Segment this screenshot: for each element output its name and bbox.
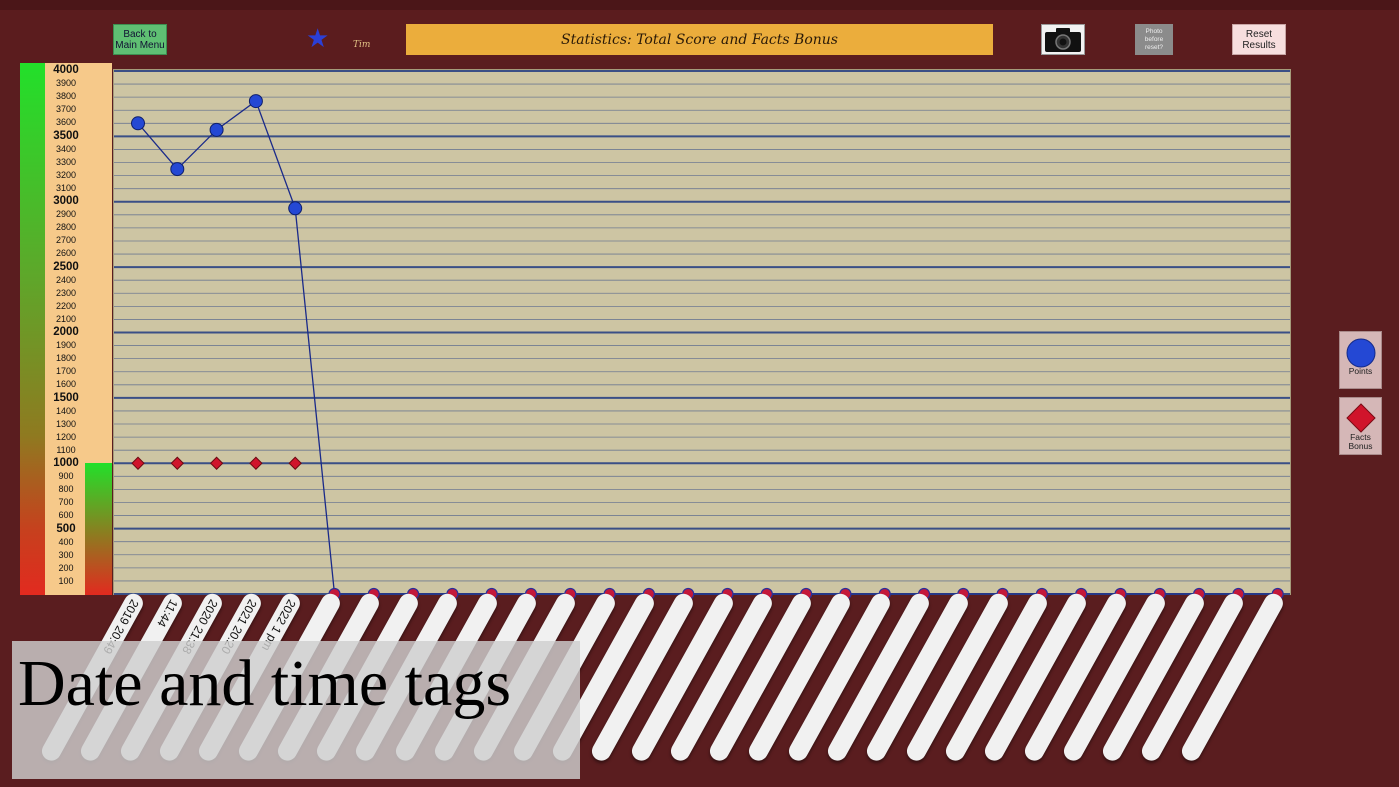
scale-minor-tick: 2200 — [55, 300, 77, 311]
photo-button-label: Photo before reset? — [1144, 27, 1164, 51]
scale-minor-tick: 900 — [58, 471, 74, 482]
points-marker — [209, 122, 224, 137]
page-title: Statistics: Total Score and Facts Bonus — [406, 24, 993, 55]
scale-major-tick: 1000 — [53, 457, 79, 469]
scale-minor-tick: 3800 — [55, 91, 77, 102]
legend-facts-bonus-button[interactable]: Facts Bonus — [1339, 397, 1382, 455]
facts-bonus-marker — [131, 456, 145, 470]
scale-minor-tick: 1600 — [55, 379, 77, 390]
star-icon: ★ — [306, 23, 330, 53]
reset-results-button[interactable]: Reset Results — [1232, 24, 1286, 55]
score-chart — [114, 70, 1290, 601]
points-marker — [170, 162, 185, 177]
scale-minor-tick: 2300 — [55, 287, 77, 298]
scale-minor-tick: 1100 — [56, 444, 76, 455]
score-scale-bar — [20, 63, 45, 595]
points-series-line — [137, 100, 1278, 595]
scale-minor-tick: 2800 — [55, 222, 77, 233]
scale-major-tick: 3000 — [53, 195, 79, 207]
scale-minor-tick: 3100 — [55, 182, 77, 193]
scale-minor-tick: 1900 — [55, 340, 77, 351]
scale-minor-tick: 800 — [58, 484, 74, 495]
scale-major-tick: 500 — [56, 522, 76, 535]
scale-major-tick: 4000 — [53, 64, 79, 76]
scale-minor-tick: 200 — [58, 562, 74, 573]
points-marker — [288, 201, 303, 216]
chart-plot-area — [114, 70, 1290, 601]
scale-minor-tick: 3600 — [55, 117, 77, 128]
scale-minor-tick: 2100 — [55, 313, 77, 324]
scale-minor-tick: 3700 — [55, 104, 77, 115]
scale-major-tick: 3500 — [53, 129, 79, 142]
back-to-main-menu-button[interactable]: Back to Main Menu — [113, 24, 167, 55]
scale-minor-tick: 400 — [58, 536, 74, 547]
legend-points-label: Points — [1348, 366, 1373, 376]
legend-points-button[interactable]: Points — [1339, 331, 1382, 389]
scale-major-tick: 2000 — [53, 326, 79, 338]
scale-minor-tick: 100 — [58, 575, 74, 586]
scale-minor-tick: 2700 — [55, 235, 77, 246]
player-name: Tim — [353, 40, 371, 50]
scale-minor-tick: 3200 — [55, 169, 77, 180]
scale-minor-tick: 2400 — [55, 274, 77, 285]
camera-icon — [1045, 27, 1081, 52]
caption-text: Date and time tags — [18, 647, 512, 720]
scale-minor-tick: 3400 — [55, 143, 77, 154]
scale-minor-tick: 2900 — [55, 209, 77, 220]
facts-bonus-marker — [249, 456, 263, 470]
photo-before-reset-button[interactable]: Photo before reset? — [1135, 24, 1173, 55]
scale-minor-tick: 1300 — [55, 418, 77, 429]
legend-facts-label: Facts Bonus — [1348, 432, 1373, 451]
scale-minor-tick: 300 — [58, 549, 74, 560]
back-button-label: Back to Main Menu — [115, 28, 165, 51]
reset-button-label: Reset Results — [1242, 28, 1276, 51]
scale-minor-tick: 2600 — [55, 248, 77, 259]
scale-minor-tick: 1400 — [55, 405, 77, 416]
scale-minor-tick: 1800 — [55, 353, 77, 364]
scale-minor-tick: 1700 — [55, 366, 77, 377]
facts-bonus-marker — [209, 456, 224, 470]
scale-minor-tick: 1200 — [55, 431, 77, 442]
camera-button[interactable] — [1041, 24, 1085, 55]
scale-minor-tick: 3300 — [55, 156, 77, 167]
scale-minor-tick: 3900 — [55, 78, 77, 89]
scale-minor-tick: 700 — [58, 497, 74, 508]
score-scale-labels: 4000 3500 3000 2500 2000 1500 1000 500 3900 3800 3… — [45, 63, 85, 595]
scale-major-tick: 1500 — [53, 391, 79, 404]
scale-minor-tick: 600 — [58, 510, 74, 521]
scale-major-tick: 2500 — [53, 260, 79, 273]
facts-bonus-marker — [288, 456, 302, 470]
points-marker — [131, 116, 145, 131]
facts-bonus-marker — [170, 456, 185, 470]
points-marker — [248, 94, 263, 109]
bonus-scale-bar — [85, 463, 112, 595]
